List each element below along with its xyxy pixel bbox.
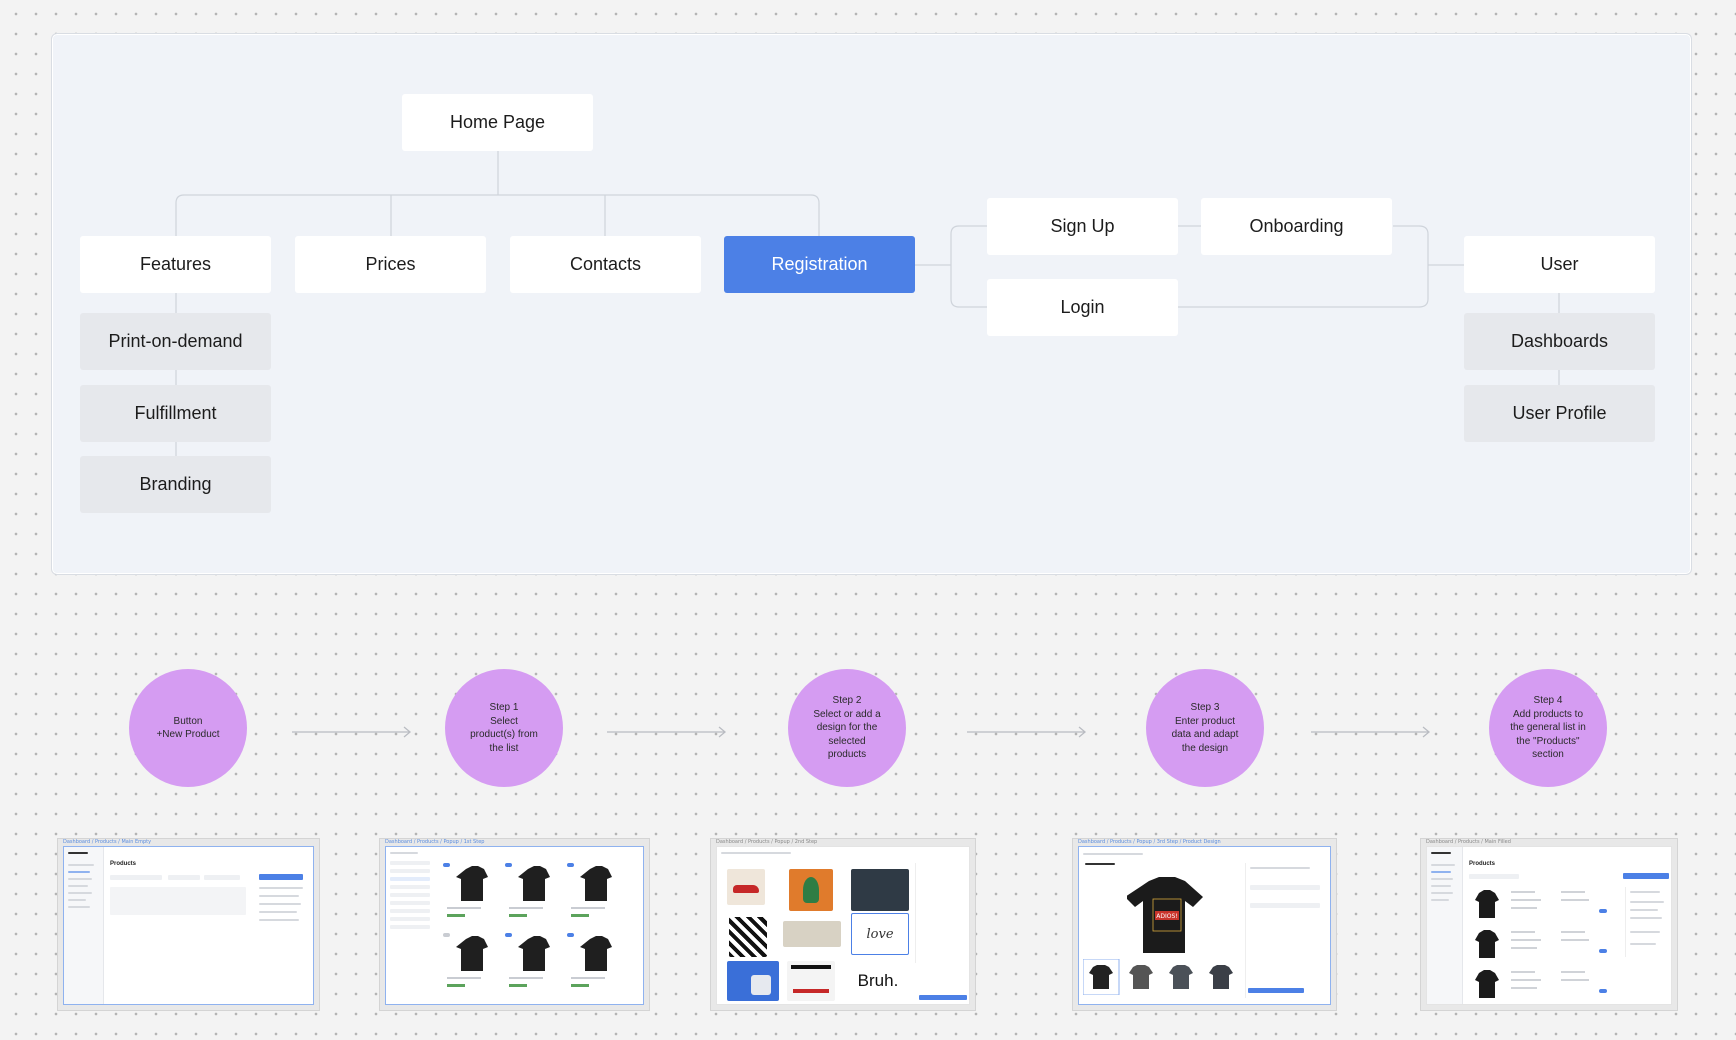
thumbnail-screen: ADIOS! [1078, 846, 1331, 1005]
design-tile-meme [787, 961, 835, 1001]
flow-step-3[interactable]: Step 3 Enter product data and adapt the … [1146, 669, 1264, 787]
node-label: Branding [139, 474, 212, 494]
node-branding[interactable]: Branding [80, 456, 271, 513]
thumbnail-products-step-2[interactable]: Dashboard / Products / Popup / 2nd Step … [710, 838, 976, 1011]
design-tile-love: love [851, 913, 909, 955]
design-tile-pattern [729, 917, 767, 957]
design-tile-dark [851, 869, 909, 911]
mini-editor-panel [1245, 863, 1323, 998]
node-dashboards[interactable]: Dashboards [1464, 313, 1655, 370]
node-label: Onboarding [1249, 216, 1344, 236]
node-label: Contacts [569, 254, 642, 274]
mini-sidebar [64, 847, 104, 1004]
node-contacts[interactable]: Contacts [510, 236, 701, 293]
thumbnail-screen: love Bruh. [716, 846, 970, 1005]
thumbnail-screen: Products [1426, 846, 1672, 1005]
node-sign-up[interactable]: Sign Up [987, 198, 1178, 255]
flow-step-2[interactable]: Step 2 Select or add a design for the se… [788, 669, 906, 787]
mini-product-grid [443, 863, 612, 987]
thumbnail-path: Dashboard / Products / Popup / 3rd Step … [1078, 839, 1221, 845]
design-tile-bruh: Bruh. [847, 961, 909, 1001]
node-print-on-demand[interactable]: Print-on-demand [80, 313, 271, 370]
node-label: User Profile [1512, 403, 1607, 423]
node-features[interactable]: Features [80, 236, 271, 293]
mini-product-list [1475, 890, 1607, 998]
design-tile-plant [789, 869, 833, 911]
node-prices[interactable]: Prices [295, 236, 486, 293]
flow-step-4[interactable]: Step 4 Add products to the general list … [1489, 669, 1607, 787]
node-label: Registration [771, 254, 868, 274]
thumbnail-products-main-filled[interactable]: Dashboard / Products / Main Filled Produ… [1420, 838, 1678, 1011]
thumbnail-products-step-1[interactable]: Dashboard / Products / Popup / 1st Step [379, 838, 650, 1011]
node-login[interactable]: Login [987, 279, 1178, 336]
flow-step-1[interactable]: Step 1 Select product(s) from the list [445, 669, 563, 787]
mini-filter-panel [1625, 887, 1671, 957]
mini-shirt-variants [1083, 959, 1233, 995]
node-fulfillment[interactable]: Fulfillment [80, 385, 271, 442]
thumbnail-products-step-3[interactable]: Dashboard / Products / Popup / 3rd Step … [1072, 838, 1337, 1011]
thumbnail-path: Dashboard / Products / Main Filled [1426, 839, 1511, 845]
thumbnail-screen: Products [63, 846, 314, 1005]
mini-page-title: Products [1469, 861, 1496, 867]
node-label: Login [1060, 297, 1105, 317]
mini-design-text: ADIOS! [1156, 913, 1177, 920]
mini-tshirt-design: ADIOS! [1127, 877, 1203, 953]
design-tile-car [727, 869, 765, 905]
mini-sidebar [1427, 847, 1463, 1004]
node-home-page[interactable]: Home Page [402, 94, 593, 151]
mini-upload-panel [915, 863, 967, 963]
node-label: Fulfillment [134, 403, 217, 423]
mini-page-title: Products [110, 861, 137, 867]
design-tile-sign [783, 921, 841, 947]
node-label: Prices [365, 254, 416, 274]
thumbnail-path: Dashboard / Products / Main Empty [63, 839, 152, 845]
node-registration[interactable]: Registration [724, 236, 915, 293]
thumbnail-path: Dashboard / Products / Popup / 2nd Step [716, 839, 818, 845]
node-label: Dashboards [1510, 331, 1609, 351]
thumbnail-path: Dashboard / Products / Popup / 1st Step [385, 839, 485, 845]
thumbnail-screen [385, 846, 644, 1005]
node-label: Features [139, 254, 212, 274]
node-label: Print-on-demand [108, 331, 243, 351]
sitemap-panel [51, 33, 1692, 575]
flow-step-new-product[interactable]: Button +New Product [129, 669, 247, 787]
node-user-profile[interactable]: User Profile [1464, 385, 1655, 442]
node-onboarding[interactable]: Onboarding [1201, 198, 1392, 255]
node-label: Home Page [449, 112, 546, 132]
thumbnail-products-main-empty[interactable]: Dashboard / Products / Main Empty Produc… [57, 838, 320, 1011]
node-user[interactable]: User [1464, 236, 1655, 293]
node-label: User [1540, 254, 1579, 274]
node-label: Sign Up [1050, 216, 1115, 236]
design-tile-translate [727, 961, 779, 1001]
